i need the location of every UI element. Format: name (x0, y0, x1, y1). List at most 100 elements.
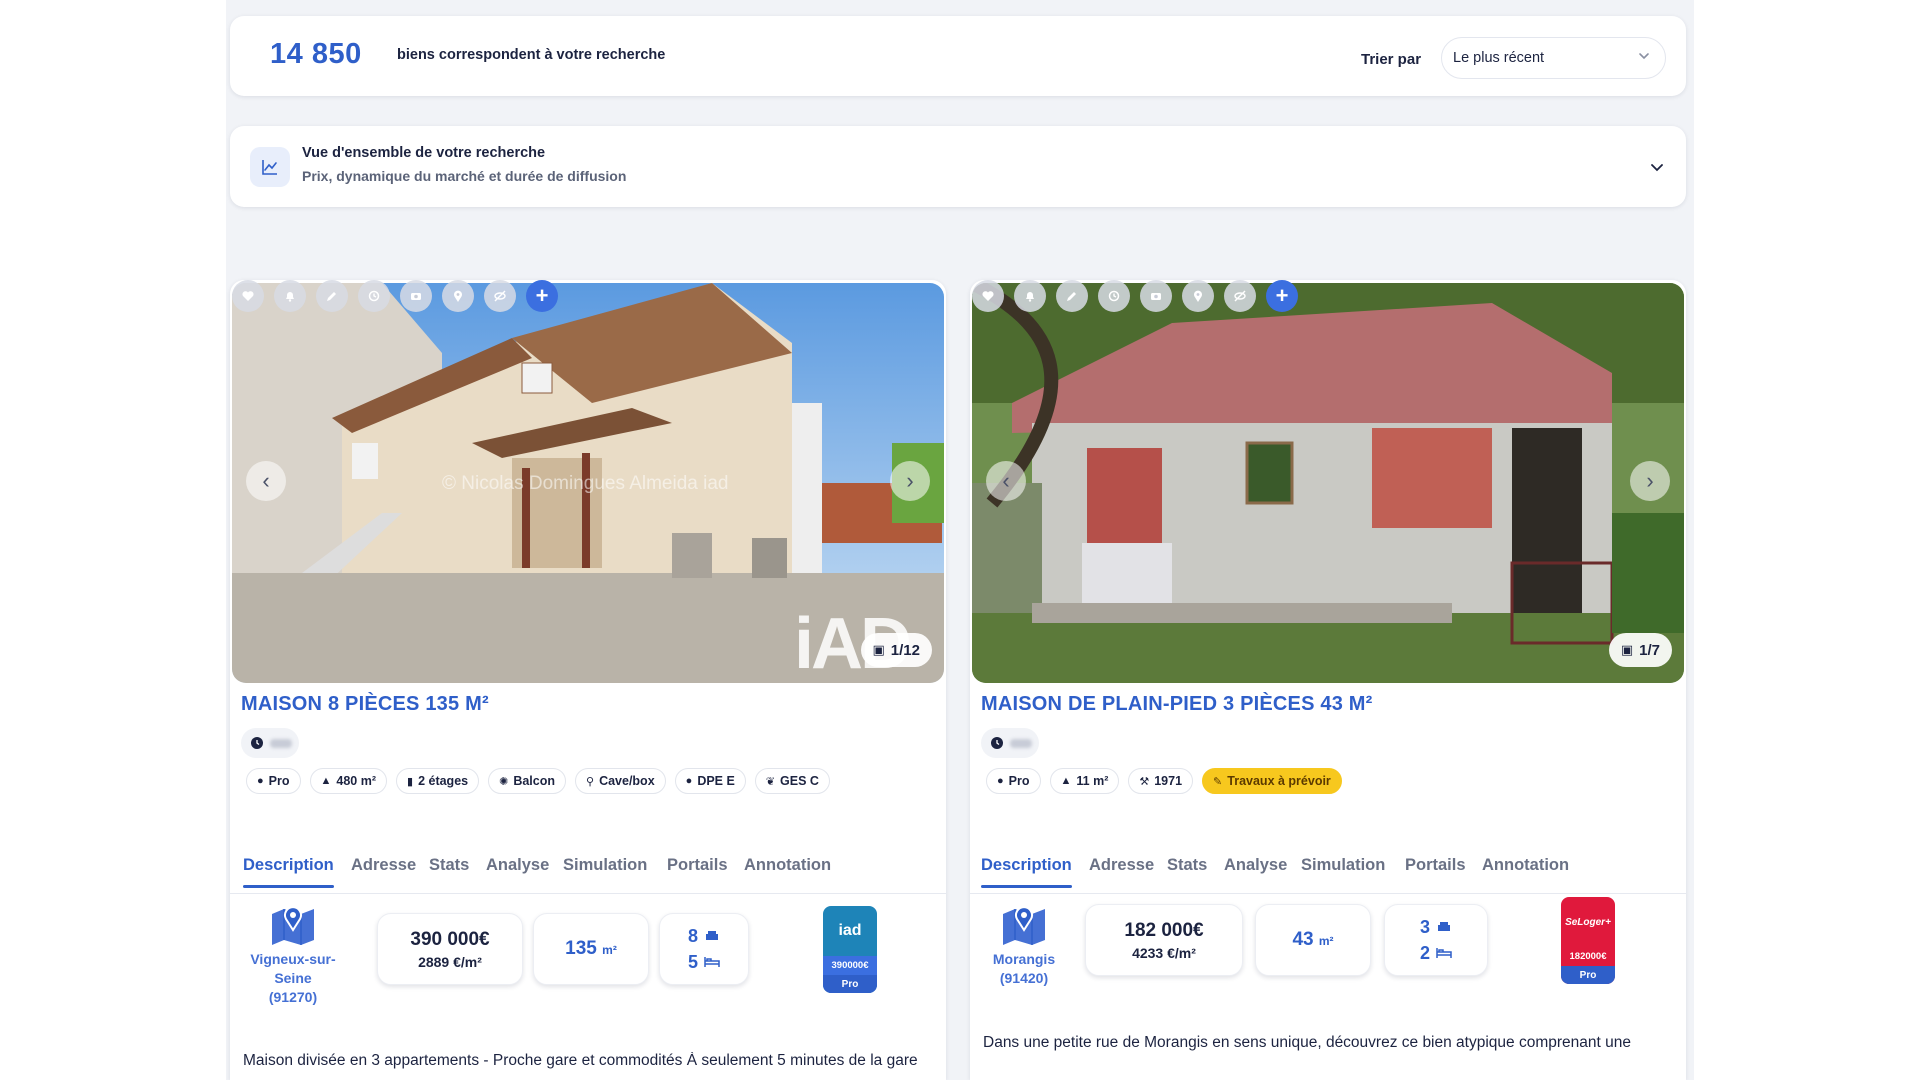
area-unit: m² (602, 943, 617, 957)
feature-chips: ● Pro ▲ 11 m² ⚒ 1971 ✎ Travaux à prévoir (986, 768, 1342, 794)
balcony-icon: ✺ (499, 775, 509, 788)
listing-description: Maison divisée en 3 appartements - Proch… (243, 1052, 918, 1069)
pin-icon[interactable] (442, 280, 474, 312)
history-icon[interactable] (358, 280, 390, 312)
area-card: 135 m² (533, 913, 649, 985)
sofa-icon (1438, 922, 1450, 931)
brush-icon: ✎ (1213, 775, 1223, 788)
leaf-icon: ❦ (765, 775, 776, 788)
chevron-down-icon[interactable] (1648, 158, 1666, 176)
results-header: 14 850 biens correspondent à votre reche… (230, 16, 1686, 96)
sort-label: Trier par (1361, 51, 1422, 68)
listing-price-per-m2: 2889 €/m² (418, 953, 482, 970)
sort-select[interactable]: Le plus récent (1441, 37, 1666, 79)
tab-adresse[interactable]: Adresse (1089, 856, 1154, 875)
photo-next-button[interactable]: › (890, 461, 930, 501)
listing-location[interactable]: Morangis (91420) (974, 900, 1074, 988)
listing-title[interactable]: MAISON DE PLAIN-PIED 3 PIÈCES 43 M² (981, 693, 1373, 716)
listing-tabs: Description Adresse Stats Analyse Simula… (970, 850, 1686, 894)
listing-bedrooms: 5 (687, 952, 698, 972)
user-icon: ● (257, 775, 264, 787)
listing-area: 43 (1292, 929, 1314, 950)
plus-icon[interactable]: + (1266, 280, 1298, 312)
listing-price-per-m2: 4233 €/m² (1132, 944, 1196, 961)
plus-icon[interactable]: + (526, 280, 558, 312)
tab-adresse[interactable]: Adresse (351, 856, 416, 875)
clock-icon (991, 737, 1003, 749)
bell-icon[interactable] (274, 280, 306, 312)
listing-photo[interactable]: © Nicolas Domingues Almeida iad iAD ‹ › … (232, 283, 944, 683)
bell-icon[interactable] (1014, 280, 1046, 312)
tab-description[interactable]: Description (981, 856, 1072, 888)
camera-icon[interactable] (1140, 280, 1172, 312)
listing-price: 390 000€ (410, 928, 490, 950)
pencil-icon[interactable] (1056, 280, 1088, 312)
sort-select-value: Le plus récent (1453, 50, 1545, 66)
pin-icon[interactable] (1182, 280, 1214, 312)
bed-icon (704, 957, 720, 967)
iad-logo: iad (823, 906, 877, 956)
chip-year: ⚒ 1971 (1128, 768, 1194, 794)
chip-land: ▲ 480 m² (309, 768, 387, 794)
photo-prev-button[interactable]: ‹ (246, 461, 286, 501)
tab-stats[interactable]: Stats (429, 856, 469, 875)
search-overview-panel[interactable]: Vue d'ensemble de votre recherche Prix, … (230, 126, 1686, 207)
tree-icon: ▲ (1060, 775, 1072, 787)
key-icon: ⚲ (586, 775, 595, 788)
map-pin-icon (1003, 906, 1045, 945)
listing-age-badge (981, 728, 1039, 758)
tab-portails[interactable]: Portails (667, 856, 728, 875)
agency-badge[interactable]: iad 390000€ Pro (823, 906, 877, 993)
listing-postcode: (91420) (999, 970, 1049, 986)
hammer-icon: ⚒ (1139, 775, 1150, 788)
sofa-icon (706, 931, 718, 940)
listing-card[interactable]: © Nicolas Domingues Almeida iad iAD ‹ › … (230, 280, 946, 1080)
tab-analyse[interactable]: Analyse (486, 856, 549, 875)
agency-type: Pro (1561, 966, 1615, 984)
listing-photo[interactable]: ‹ › ▣ 1/7 (972, 283, 1684, 683)
tab-simulation[interactable]: Simulation (563, 856, 647, 875)
listing-city: Morangis (992, 951, 1056, 967)
bed-icon (1436, 948, 1452, 958)
tab-analyse[interactable]: Analyse (1224, 856, 1287, 875)
listing-actions: + (972, 280, 1298, 312)
chart-line-icon (250, 147, 290, 187)
photo-next-button[interactable]: › (1630, 461, 1670, 501)
tab-description[interactable]: Description (243, 856, 334, 888)
blurred-date (270, 738, 292, 748)
pencil-icon[interactable] (316, 280, 348, 312)
tab-annotation[interactable]: Annotation (744, 856, 831, 875)
feature-chips: ● Pro ▲ 480 m² ▮ 2 étages ✺ Balcon ⚲ Cave/box… (246, 768, 830, 794)
heart-icon[interactable] (972, 280, 1004, 312)
listing-rooms: 8 (687, 926, 698, 946)
clock-icon (251, 737, 263, 749)
building-icon: ▮ (407, 775, 414, 788)
area-unit: m² (1318, 934, 1334, 948)
seloger-logo: SeLoger+ (1561, 897, 1615, 947)
heart-icon[interactable] (232, 280, 264, 312)
listing-price: 182 000€ (1124, 919, 1204, 941)
camera-icon[interactable] (400, 280, 432, 312)
listing-title[interactable]: MAISON 8 PIÈCES 135 M² (241, 693, 489, 716)
chip-land: ▲ 11 m² (1049, 768, 1120, 794)
tab-simulation[interactable]: Simulation (1301, 856, 1385, 875)
listing-postcode: (91270) (268, 989, 318, 1005)
images-icon: ▣ (1620, 642, 1634, 657)
tab-annotation[interactable]: Annotation (1482, 856, 1569, 875)
map-pin-icon (272, 906, 314, 945)
listing-location[interactable]: Vigneux-sur-Seine (91270) (243, 900, 343, 1007)
tab-stats[interactable]: Stats (1167, 856, 1207, 875)
agency-badge[interactable]: SeLoger+ 182000€ Pro (1561, 897, 1615, 984)
agency-price: 182000€ (1561, 947, 1615, 966)
listing-card[interactable]: ‹ › ▣ 1/7 + MAISON DE PLAIN-PIED 3 PIÈCE… (970, 280, 1686, 1080)
images-icon: ▣ (872, 642, 885, 657)
listing-actions: + (232, 280, 558, 312)
history-icon[interactable] (1098, 280, 1130, 312)
tab-portails[interactable]: Portails (1405, 856, 1466, 875)
photo-counter-text: 1/12 (890, 641, 920, 659)
chip-dpe: ● DPE E (674, 768, 746, 794)
eye-off-icon[interactable] (484, 280, 516, 312)
eye-off-icon[interactable] (1224, 280, 1256, 312)
photo-prev-button[interactable]: ‹ (986, 461, 1026, 501)
photo-counter: ▣ 1/7 (1608, 633, 1672, 667)
